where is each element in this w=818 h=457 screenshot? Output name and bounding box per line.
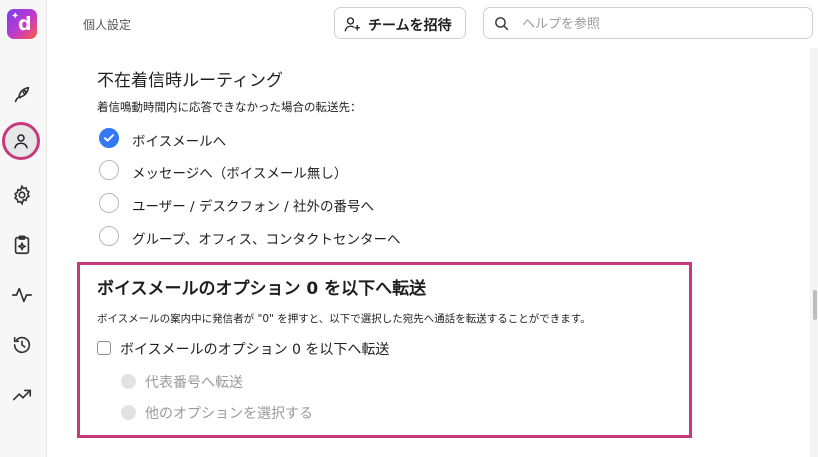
routing-option-voicemail[interactable]: ボイスメールへ [99, 128, 439, 150]
nav-history-icon[interactable] [11, 334, 33, 356]
checkmark-icon [104, 134, 114, 142]
page-title: 個人設定 [83, 18, 132, 32]
voicemail-option0-checkbox-row[interactable]: ボイスメールのオプション 0 を以下へ転送 [97, 339, 437, 359]
routing-option-group[interactable]: グループ、オフィス、コンタクトセンターへ [99, 226, 439, 248]
scrollbar-track[interactable] [810, 48, 818, 457]
radio-button-disabled [121, 405, 136, 420]
top-header: 個人設定 チームを招待 [47, 0, 818, 48]
left-nav-rail: ✦ d [0, 0, 47, 457]
sub-option-label: 代表番号へ転送 [145, 375, 243, 391]
help-search-box[interactable] [483, 7, 813, 39]
routing-option-user-number[interactable]: ユーザー / デスクフォン / 社外の番号へ [99, 193, 439, 215]
radio-button-disabled [121, 374, 136, 389]
app-logo[interactable]: ✦ d [7, 9, 37, 39]
logo-letter: d [18, 13, 32, 35]
radio-button[interactable] [99, 193, 119, 213]
routing-section-title: 不在着信時ルーティング [97, 71, 283, 91]
nav-user-icon-active[interactable] [2, 122, 40, 160]
nav-trending-up-icon[interactable] [11, 384, 33, 406]
routing-option-label: ユーザー / デスクフォン / 社外の番号へ [132, 199, 374, 215]
voicemail-option0-title: ボイスメールのオプション 0 を以下へ転送 [97, 279, 427, 299]
routing-option-label: メッセージへ（ボイスメール無し） [132, 166, 348, 182]
voicemail-option0-checkbox[interactable] [97, 341, 111, 355]
routing-option-label: グループ、オフィス、コンタクトセンターへ [132, 232, 401, 248]
sub-option-main-number: 代表番号へ転送 [121, 371, 421, 391]
sub-option-other: 他のオプションを選択する [121, 402, 421, 422]
radio-button-selected[interactable] [99, 128, 119, 148]
radio-button[interactable] [99, 160, 119, 180]
routing-option-label: ボイスメールへ [132, 134, 227, 150]
routing-section-description: 着信鳴動時間内に応答できなかった場合の転送先： [97, 100, 362, 114]
voicemail-option0-description: ボイスメールの案内中に発信者が "0" を押すと、以下で選択した宛先へ通話を転送… [97, 313, 591, 325]
invite-team-button[interactable]: チームを招待 [334, 7, 466, 39]
search-icon [495, 17, 509, 31]
radio-button[interactable] [99, 226, 119, 246]
nav-clipboard-sparkle-icon[interactable] [11, 234, 33, 256]
scrollbar-thumb[interactable] [813, 290, 817, 320]
nav-gear-icon[interactable] [11, 184, 33, 206]
invite-team-label: チームを招待 [368, 18, 452, 34]
voicemail-option0-checkbox-label: ボイスメールのオプション 0 を以下へ転送 [120, 342, 390, 358]
routing-option-message[interactable]: メッセージへ（ボイスメール無し） [99, 160, 439, 182]
help-search-input[interactable] [520, 13, 804, 35]
nav-rocket-icon[interactable] [11, 84, 33, 106]
sub-option-label: 他のオプションを選択する [145, 406, 313, 422]
add-user-icon [344, 17, 361, 32]
nav-activity-icon[interactable] [11, 284, 33, 306]
